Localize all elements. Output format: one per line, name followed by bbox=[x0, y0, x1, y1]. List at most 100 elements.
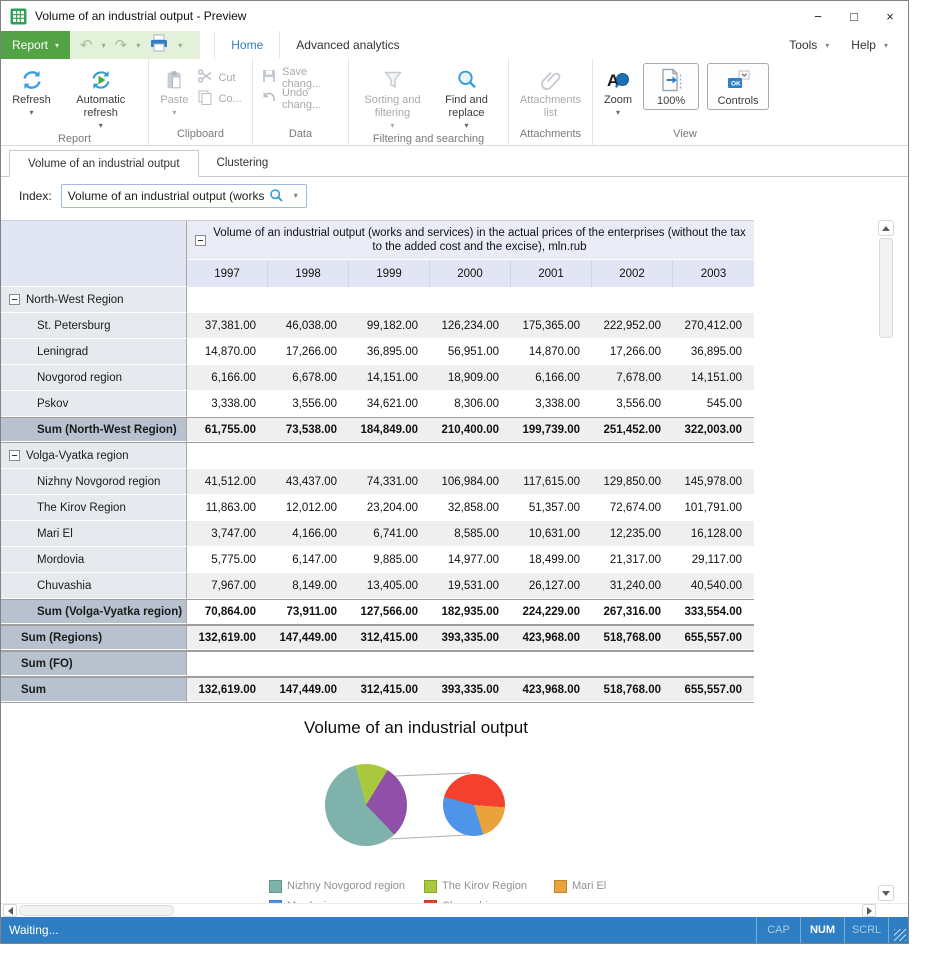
table-row[interactable]: The Kirov Region11,863.0012,012.0023,204… bbox=[1, 495, 754, 521]
collapse-icon[interactable] bbox=[9, 450, 20, 461]
controls-button[interactable]: OK Controls bbox=[707, 63, 769, 110]
scroll-down-button[interactable] bbox=[878, 885, 894, 901]
chevron-down-icon: ▾ bbox=[55, 41, 59, 50]
cell-value: 393,335.00 bbox=[430, 678, 511, 701]
ribbon-tab-advanced-analytics[interactable]: Advanced analytics bbox=[280, 31, 415, 59]
index-row: Index: Volume of an industrial output (w… bbox=[1, 177, 908, 214]
table-row[interactable]: Volga-Vyatka region bbox=[1, 443, 754, 469]
table-row[interactable]: Sum (Volga-Vyatka region)70,864.0073,911… bbox=[1, 599, 754, 625]
print-icon[interactable] bbox=[149, 34, 169, 57]
cell-value: 6,741.00 bbox=[349, 521, 430, 546]
cell-value: 333,554.00 bbox=[673, 600, 754, 623]
year-header-cell[interactable]: 2001 bbox=[511, 260, 592, 287]
table-row[interactable]: Sum (North-West Region)61,755.0073,538.0… bbox=[1, 417, 754, 443]
table-row[interactable]: Mordovia5,775.006,147.009,885.0014,977.0… bbox=[1, 547, 754, 573]
automatic-refresh-button[interactable]: Automatic refresh ▾ bbox=[60, 63, 142, 131]
cell-value bbox=[430, 443, 511, 468]
chevron-down-icon[interactable]: ▾ bbox=[286, 191, 306, 200]
cell-value bbox=[268, 652, 349, 675]
ribbon-group-label: Clipboard bbox=[149, 126, 252, 145]
undo-icon[interactable]: ↶ bbox=[80, 38, 93, 53]
ribbon-tab-home[interactable]: Home bbox=[214, 31, 280, 59]
table-row[interactable]: Pskov3,338.003,556.0034,621.008,306.003,… bbox=[1, 391, 754, 417]
index-combobox[interactable]: Volume of an industrial output (works an… bbox=[61, 184, 307, 208]
minimize-button[interactable]: − bbox=[800, 1, 836, 31]
doc-tab-volume[interactable]: Volume of an industrial output bbox=[9, 150, 199, 177]
cell-value bbox=[592, 287, 673, 312]
save-changes-button[interactable]: Save chang... bbox=[257, 67, 344, 88]
report-menu-button[interactable]: Report ▾ bbox=[1, 31, 70, 59]
zoom-button[interactable]: A Zoom ▾ bbox=[599, 63, 637, 118]
sorting-filtering-button[interactable]: Sorting and filtering ▾ bbox=[358, 63, 428, 131]
collapse-icon[interactable] bbox=[9, 294, 20, 305]
cell-value: 21,317.00 bbox=[592, 547, 673, 572]
cell-value bbox=[673, 443, 754, 468]
ribbon-group-label: View bbox=[593, 126, 777, 145]
cut-button[interactable]: Cut bbox=[193, 67, 245, 88]
table-row[interactable]: Novgorod region6,166.006,678.0014,151.00… bbox=[1, 365, 754, 391]
refresh-button[interactable]: Refresh ▾ bbox=[7, 63, 56, 118]
year-header-cell[interactable]: 1997 bbox=[187, 260, 268, 287]
scroll-left-button[interactable] bbox=[3, 904, 17, 917]
cell-value: 29,117.00 bbox=[673, 547, 754, 572]
cell-value: 19,531.00 bbox=[430, 573, 511, 598]
zoom-100-button[interactable]: 100% bbox=[643, 63, 699, 110]
cell-value: 545.00 bbox=[673, 391, 754, 416]
copy-button[interactable]: Co... bbox=[193, 88, 245, 109]
attachments-list-button[interactable]: Attachments list bbox=[514, 63, 588, 121]
year-header-cell[interactable]: 2003 bbox=[673, 260, 754, 287]
cell-value: 270,412.00 bbox=[673, 313, 754, 338]
cell-value: 393,335.00 bbox=[430, 626, 511, 649]
scroll-up-button[interactable] bbox=[878, 220, 894, 236]
print-chevron-icon[interactable]: ▾ bbox=[178, 41, 182, 50]
year-header-cell[interactable]: 2000 bbox=[430, 260, 511, 287]
table-row[interactable]: North-West Region bbox=[1, 287, 754, 313]
cell-value: 7,967.00 bbox=[187, 573, 268, 598]
year-header-cell[interactable]: 1998 bbox=[268, 260, 349, 287]
cell-value: 322,003.00 bbox=[673, 418, 754, 441]
paste-button[interactable]: Paste ▾ bbox=[155, 63, 193, 118]
help-menu[interactable]: Help ▾ bbox=[843, 38, 896, 52]
search-icon[interactable] bbox=[268, 188, 286, 203]
table-row[interactable]: St. Petersburg37,381.0046,038.0099,182.0… bbox=[1, 313, 754, 339]
horizontal-scroll-thumb[interactable] bbox=[19, 905, 174, 916]
cell-value: 10,631.00 bbox=[511, 521, 592, 546]
year-header-cell[interactable]: 2002 bbox=[592, 260, 673, 287]
title-bar[interactable]: Volume of an industrial output - Preview… bbox=[1, 1, 908, 31]
table-row[interactable]: Chuvashia7,967.008,149.0013,405.0019,531… bbox=[1, 573, 754, 599]
year-header-cell[interactable]: 1999 bbox=[349, 260, 430, 287]
table-row[interactable]: Sum (Regions)132,619.00147,449.00312,415… bbox=[1, 625, 754, 651]
table-row[interactable]: Nizhny Novgorod region41,512.0043,437.00… bbox=[1, 469, 754, 495]
undo-changes-button[interactable]: Undo chang... bbox=[257, 88, 344, 109]
row-label: Sum (Volga-Vyatka region) bbox=[1, 600, 187, 624]
cell-value: 267,316.00 bbox=[592, 600, 673, 623]
table-row[interactable]: Sum (FO) bbox=[1, 651, 754, 677]
table-body: North-West RegionSt. Petersburg37,381.00… bbox=[1, 287, 754, 703]
table-row[interactable]: Leningrad14,870.0017,266.0036,895.0056,9… bbox=[1, 339, 754, 365]
undo-changes-icon bbox=[261, 89, 277, 108]
row-label: Mordovia bbox=[1, 547, 187, 573]
main-pie bbox=[325, 764, 407, 846]
table-row[interactable]: Sum132,619.00147,449.00312,415.00393,335… bbox=[1, 677, 754, 703]
redo-chevron-icon[interactable]: ▾ bbox=[136, 41, 140, 50]
horizontal-scrollbar[interactable] bbox=[1, 903, 908, 917]
maximize-button[interactable]: □ bbox=[836, 1, 872, 31]
resize-grip[interactable] bbox=[888, 917, 908, 943]
collapse-icon[interactable] bbox=[195, 235, 206, 246]
cell-value: 3,747.00 bbox=[187, 521, 268, 546]
undo-chevron-icon[interactable]: ▾ bbox=[102, 41, 106, 50]
ribbon-group-filtering: Sorting and filtering ▾ Find and replace… bbox=[349, 59, 509, 145]
row-label: Pskov bbox=[1, 391, 187, 417]
measure-header[interactable]: Volume of an industrial output (works an… bbox=[187, 221, 754, 259]
tools-menu[interactable]: Tools ▾ bbox=[781, 38, 837, 52]
cell-value: 312,415.00 bbox=[349, 678, 430, 701]
cell-value bbox=[511, 652, 592, 675]
scroll-right-button[interactable] bbox=[862, 904, 876, 917]
vertical-scrollbar[interactable] bbox=[878, 220, 895, 901]
close-button[interactable]: × bbox=[872, 1, 908, 31]
doc-tab-clustering[interactable]: Clustering bbox=[199, 150, 287, 176]
find-replace-button[interactable]: Find and replace ▾ bbox=[434, 63, 500, 131]
table-row[interactable]: Mari El3,747.004,166.006,741.008,585.001… bbox=[1, 521, 754, 547]
redo-icon[interactable]: ↷ bbox=[115, 38, 128, 53]
vertical-scroll-thumb[interactable] bbox=[879, 238, 893, 338]
